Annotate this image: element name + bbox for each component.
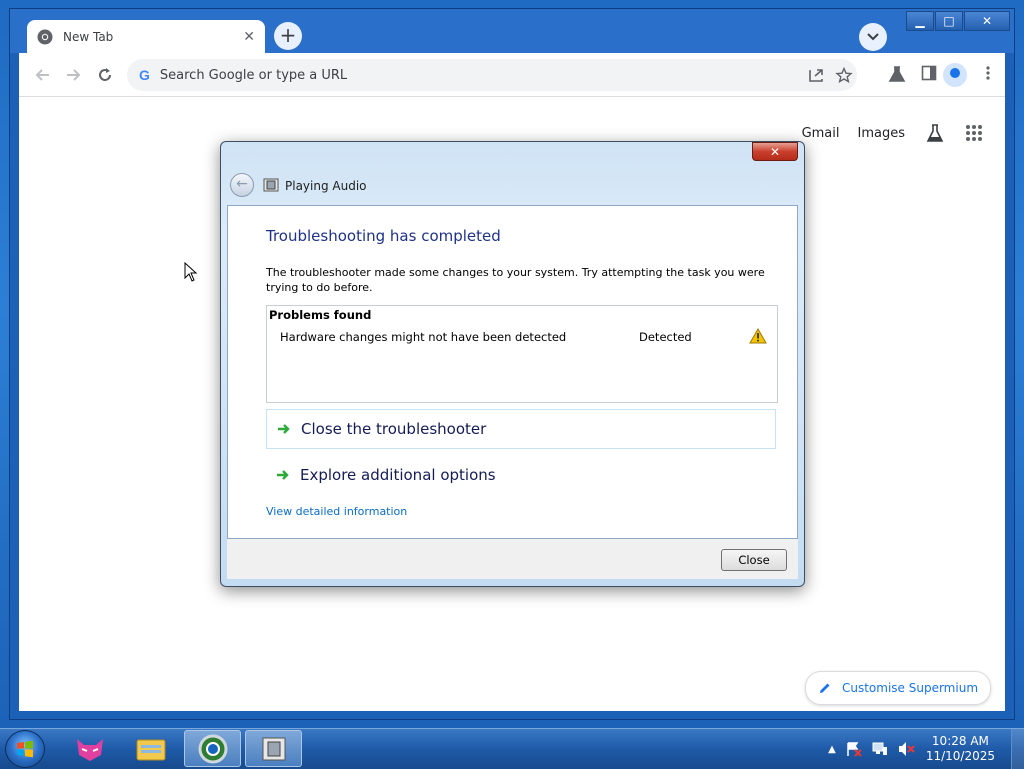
profile-avatar[interactable] bbox=[943, 63, 967, 87]
explore-options-option[interactable]: Explore additional options bbox=[266, 455, 776, 495]
top-links: Gmail Images bbox=[784, 123, 983, 143]
green-arrow-icon bbox=[278, 424, 290, 434]
address-bar[interactable]: G Search Google or type a URL bbox=[127, 59, 857, 91]
troubleshooter-icon bbox=[262, 737, 285, 760]
chromium-icon bbox=[37, 29, 53, 45]
network-icon[interactable] bbox=[872, 741, 888, 757]
problem-text: Hardware changes might not have been det… bbox=[280, 330, 567, 344]
close-button[interactable]: Close bbox=[721, 549, 787, 571]
labs-flask-icon[interactable] bbox=[925, 123, 945, 143]
images-link[interactable]: Images bbox=[858, 126, 906, 141]
window-controls: ▁ □ ✕ bbox=[905, 11, 1010, 31]
warning-icon bbox=[749, 328, 767, 344]
tab-close-icon[interactable]: ✕ bbox=[243, 29, 255, 45]
browser-icon bbox=[198, 734, 227, 763]
forward-arrow-icon[interactable] bbox=[63, 65, 83, 85]
apps-grid-icon[interactable] bbox=[965, 124, 983, 142]
window-close-button[interactable]: ✕ bbox=[964, 11, 1010, 31]
completion-heading: Troubleshooting has completed bbox=[266, 227, 501, 245]
gmail-link[interactable]: Gmail bbox=[802, 126, 840, 141]
tab-strip: New Tab ✕ + ▁ □ ✕ bbox=[10, 9, 1014, 54]
new-tab-button[interactable]: + bbox=[274, 22, 302, 50]
action-center-flag-icon[interactable] bbox=[846, 741, 862, 757]
taskbar-app-browser[interactable] bbox=[184, 730, 241, 767]
troubleshooter-icon bbox=[263, 178, 279, 192]
view-detailed-information-link[interactable]: View detailed information bbox=[266, 505, 407, 518]
problem-status: Detected bbox=[639, 330, 692, 344]
chevron-down-icon bbox=[867, 33, 879, 41]
explore-options-label: Explore additional options bbox=[300, 466, 496, 484]
volume-muted-icon[interactable] bbox=[898, 741, 916, 757]
side-panel-icon[interactable] bbox=[921, 65, 937, 81]
address-bar-placeholder: Search Google or type a URL bbox=[159, 67, 348, 83]
dialog-title: Playing Audio bbox=[285, 179, 367, 193]
problems-found-panel: Problems found Hardware changes might no… bbox=[266, 305, 778, 403]
dialog-close-button[interactable]: ✕ bbox=[752, 142, 798, 161]
completion-description: The troubleshooter made some changes to … bbox=[266, 266, 765, 294]
green-arrow-icon bbox=[277, 470, 289, 480]
browser-toolbar: G Search Google or type a URL bbox=[19, 53, 1005, 97]
clock[interactable]: 10:28 AM 11/10/2025 bbox=[926, 734, 995, 764]
show-desktop-button[interactable] bbox=[1011, 729, 1024, 769]
pencil-icon bbox=[819, 683, 830, 693]
taskbar: ▲ 10:28 AM 11/10/2025 bbox=[0, 728, 1024, 769]
kebab-menu-icon[interactable] bbox=[985, 65, 991, 81]
taskbar-app-troubleshooter[interactable] bbox=[245, 730, 302, 767]
problems-header: Problems found bbox=[269, 308, 372, 322]
mouse-cursor-icon bbox=[184, 262, 198, 282]
taskbar-app-cat[interactable] bbox=[61, 730, 118, 767]
dialog-body: Troubleshooting has completed The troubl… bbox=[227, 205, 798, 539]
customise-button[interactable]: Customise Supermium bbox=[805, 671, 991, 705]
system-tray: ▲ 10:28 AM 11/10/2025 bbox=[828, 729, 1024, 769]
close-troubleshooter-option[interactable]: Close the troubleshooter bbox=[266, 409, 776, 449]
dialog-footer: Close bbox=[227, 539, 798, 579]
customise-label: Customise Supermium bbox=[841, 681, 979, 695]
tray-expand-icon[interactable]: ▲ bbox=[828, 744, 836, 755]
troubleshooter-dialog: ✕ ← Playing Audio Troubleshooting has co… bbox=[220, 141, 805, 587]
share-icon[interactable] bbox=[805, 67, 831, 83]
clock-date: 11/10/2025 bbox=[925, 749, 995, 763]
windows-logo-icon bbox=[17, 740, 33, 758]
reload-icon[interactable] bbox=[95, 65, 115, 85]
cat-app-icon bbox=[76, 738, 103, 761]
labs-flask-icon[interactable] bbox=[888, 65, 906, 83]
tab-new-tab[interactable]: New Tab ✕ bbox=[27, 20, 265, 54]
google-icon: G bbox=[139, 67, 150, 83]
minimize-button[interactable]: ▁ bbox=[906, 11, 934, 31]
back-arrow-icon[interactable]: ← bbox=[230, 173, 254, 197]
close-troubleshooter-label: Close the troubleshooter bbox=[301, 420, 487, 438]
back-arrow-icon[interactable] bbox=[33, 65, 53, 85]
taskbar-app-explorer[interactable] bbox=[122, 730, 179, 767]
tab-title: New Tab bbox=[63, 30, 114, 44]
tab-search-button[interactable] bbox=[859, 23, 887, 51]
clock-time: 10:28 AM bbox=[931, 734, 989, 748]
bookmark-star-icon[interactable] bbox=[831, 67, 857, 83]
maximize-button[interactable]: □ bbox=[935, 11, 963, 31]
start-button[interactable] bbox=[5, 730, 45, 768]
file-explorer-icon bbox=[136, 739, 165, 760]
